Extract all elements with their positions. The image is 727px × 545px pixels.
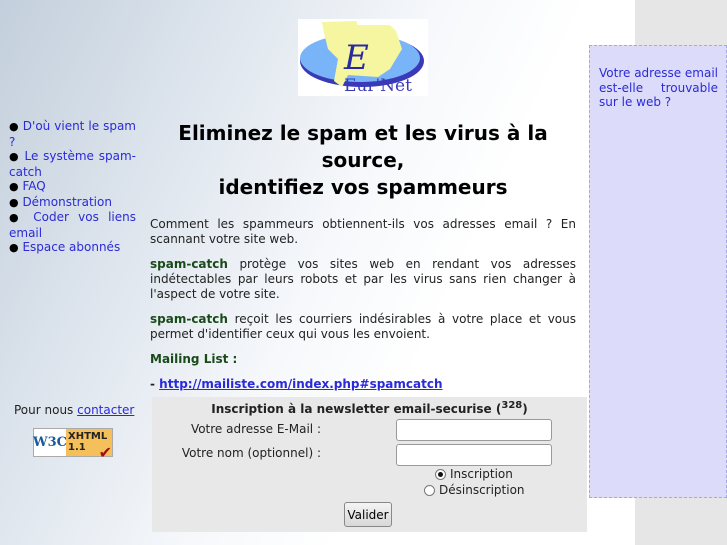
radio-subscribe[interactable]: Inscription (435, 467, 513, 481)
bullet-icon: ● (9, 211, 25, 224)
nav-link-faq[interactable]: FAQ (22, 179, 45, 193)
nav-link-demo[interactable]: Démonstration (22, 195, 112, 209)
bullet-icon: ● (9, 180, 19, 193)
submit-button[interactable]: Valider (344, 502, 392, 527)
nav-item: ● FAQ (9, 179, 136, 195)
contact-prefix: Pour nous (14, 403, 74, 417)
nav-item: ● D'où vient le spam ? (9, 119, 136, 149)
w3c-logo: W3C (33, 435, 67, 450)
main-content: Eliminez le spam et les virus à la sourc… (150, 120, 576, 402)
nav-item: ● Le système spam-catch (9, 149, 136, 179)
nav-item: ● Coder vos liens email (9, 210, 136, 240)
nav-link-origin[interactable]: D'où vient le spam ? (9, 119, 136, 149)
nav-item: ● Espace abonnés (9, 240, 136, 256)
email-input[interactable] (396, 419, 552, 441)
check-icon: ✔ (98, 443, 112, 462)
nav-link-subscribers[interactable]: Espace abonnés (22, 240, 120, 254)
side-link[interactable]: Votre adresse email est-elle trouvable s… (599, 66, 718, 110)
mailing-list-link[interactable]: http://mailiste.com/index.php#spamcatch (159, 377, 442, 391)
form-title: Inscription à la newsletter email-securi… (211, 400, 528, 416)
intro-paragraph: Comment les spammeurs obtiennent-ils vos… (150, 217, 576, 246)
w3c-xhtml-badge[interactable]: W3C XHTML 1.1 ✔ (33, 428, 113, 462)
contact-line: Pour nous contacter (14, 403, 134, 417)
nav-link-system[interactable]: Le système spam-catch (9, 149, 136, 179)
radio-unchecked-icon[interactable] (424, 484, 435, 496)
svg-text:Eur'Net: Eur'Net (344, 76, 412, 96)
svg-text:E: E (343, 38, 369, 78)
name-label: Votre nom (optionnel) : (181, 446, 321, 460)
protect-paragraph: spam-catch protège vos sites web en rend… (150, 257, 576, 301)
eurnet-logo[interactable]: E Eur'Net (298, 19, 428, 96)
sidebar-nav: ● D'où vient le spam ? ● Le système spam… (9, 119, 136, 256)
name-input[interactable] (396, 444, 552, 466)
bullet-icon: ● (9, 150, 20, 163)
mailing-list-line: - http://mailiste.com/index.php#spamcatc… (150, 377, 443, 391)
bullet-icon: ● (9, 241, 19, 254)
bullet-icon: ● (9, 195, 19, 209)
radio-unsubscribe[interactable]: Désinscription (424, 483, 525, 497)
email-label: Votre adresse E-Mail : (190, 422, 321, 436)
side-box: Votre adresse email est-elle trouvable s… (589, 45, 727, 498)
nav-link-encode[interactable]: Coder vos liens email (9, 210, 136, 240)
xhtml-label: XHTML 1.1 ✔ (66, 429, 112, 462)
newsletter-form: Inscription à la newsletter email-securi… (152, 397, 587, 532)
radio-checked-icon[interactable] (435, 468, 446, 480)
nav-item: ● Démonstration (9, 195, 136, 211)
receive-paragraph: spam-catch reçoit les courriers indésira… (150, 312, 576, 341)
bullet-icon: ● (9, 120, 19, 133)
mailing-list-label: Mailing List : (150, 352, 238, 366)
contact-link[interactable]: contacter (77, 403, 134, 417)
eurnet-logo-icon: E Eur'Net (300, 21, 424, 96)
page-title: Eliminez le spam et les virus à la sourc… (178, 121, 548, 199)
